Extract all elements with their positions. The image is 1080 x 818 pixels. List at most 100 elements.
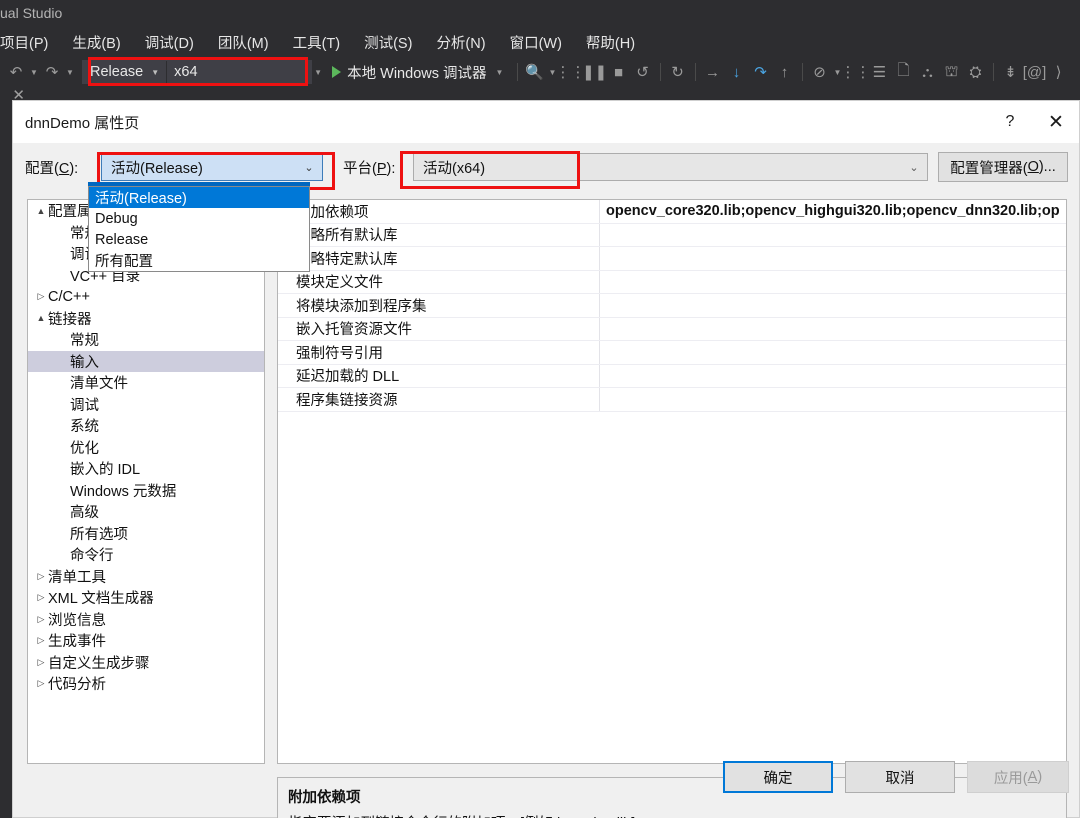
dropdown-option[interactable]: 活动(Release) xyxy=(89,187,309,208)
expander-empty-icon: · xyxy=(56,227,70,237)
tree-node[interactable]: ▷ 清单工具 xyxy=(28,566,264,588)
menu-item-analyze[interactable]: 分析(N) xyxy=(424,30,497,55)
cancel-button[interactable]: 取消 xyxy=(845,761,955,793)
list-icon[interactable]: ☰ xyxy=(869,61,891,83)
expander-expanded-icon[interactable]: ▲ xyxy=(34,313,48,323)
at-icon[interactable]: [@] xyxy=(1023,61,1047,83)
menu-item-test[interactable]: 测试(S) xyxy=(352,30,424,55)
undo-icon[interactable]: ↶ xyxy=(5,61,27,83)
property-row[interactable]: 附加依赖项 opencv_core320.lib;opencv_highgui32… xyxy=(278,200,1066,224)
tree-node[interactable]: ·输入 xyxy=(28,350,264,372)
play-icon[interactable] xyxy=(332,66,342,78)
property-row[interactable]: 模块定义文件 xyxy=(278,270,1066,294)
divider xyxy=(694,63,696,81)
expander-collapsed-icon[interactable]: ▷ xyxy=(34,614,48,625)
tree-node[interactable]: ▷ 生成事件 xyxy=(28,630,264,652)
tree-node[interactable]: ▲ 链接器 xyxy=(28,308,264,330)
breakpoints-icon[interactable]: ⊘ xyxy=(809,61,831,83)
tree-node[interactable]: ▷ 浏览信息 xyxy=(28,609,264,631)
expander-expanded-icon[interactable]: ▲ xyxy=(34,206,48,216)
class-view-icon[interactable]: ⛬ xyxy=(917,61,939,83)
menu-item-debug[interactable]: 调试(D) xyxy=(133,30,206,55)
tree-node[interactable]: ·Windows 元数据 xyxy=(28,480,264,502)
vs-title-bar: ual Studio xyxy=(0,0,1080,26)
menu-item-window[interactable]: 窗口(W) xyxy=(498,30,574,55)
refresh-icon[interactable]: ↻ xyxy=(667,61,689,83)
tree-node[interactable]: ·清单文件 xyxy=(28,372,264,394)
divider xyxy=(516,63,518,81)
dropdown-option[interactable]: Release xyxy=(89,229,309,250)
tree-node[interactable]: ·所有选项 xyxy=(28,523,264,545)
menu-item-help[interactable]: 帮助(H) xyxy=(574,30,647,55)
property-value[interactable]: opencv_core320.lib;opencv_highgui320.lib… xyxy=(600,203,1066,219)
tree-node[interactable]: ·调试 xyxy=(28,394,264,416)
redo-dropdown-icon[interactable]: ▼ xyxy=(64,68,76,77)
tree-node[interactable]: ·嵌入的 IDL xyxy=(28,458,264,480)
tree-node[interactable]: ·常规 xyxy=(28,329,264,351)
tree-node[interactable]: ·系统 xyxy=(28,415,264,437)
tree-node[interactable]: ▷ XML 文档生成器 xyxy=(28,587,264,609)
tree-node-label: 调试 xyxy=(70,397,99,414)
attach-process-icon[interactable]: 🔍 xyxy=(524,61,546,83)
property-grid[interactable]: 附加依赖项 opencv_core320.lib;opencv_highgui32… xyxy=(277,199,1067,764)
new-file-icon[interactable]: 🗋 xyxy=(893,61,915,83)
start-debug-button[interactable]: 本地 Windows 调试器 ▼ xyxy=(341,62,511,83)
tree-node[interactable]: ▷ C/C++ xyxy=(28,286,264,308)
property-row[interactable]: 将模块添加到程序集 xyxy=(278,294,1066,318)
property-row[interactable]: 延迟加载的 DLL xyxy=(278,364,1066,388)
dropdown-option[interactable]: Debug xyxy=(89,208,309,229)
ok-button[interactable]: 确定 xyxy=(723,761,833,793)
property-row[interactable]: 强制符号引用 xyxy=(278,341,1066,365)
dropdown-option[interactable]: 所有配置 xyxy=(89,250,309,271)
toolbar-overflow-icon[interactable]: ⋮⋮ xyxy=(556,61,586,83)
tree-node[interactable]: ·高级 xyxy=(28,501,264,523)
close-icon[interactable]: ✕ xyxy=(1033,101,1079,143)
expander-collapsed-icon[interactable]: ▷ xyxy=(34,635,48,646)
expander-empty-icon: · xyxy=(56,528,70,538)
expander-empty-icon: · xyxy=(56,399,70,409)
expander-collapsed-icon[interactable]: ▷ xyxy=(34,678,48,689)
call-hierarchy-icon[interactable]: ⛫ xyxy=(941,61,963,83)
tree-node[interactable]: ·优化 xyxy=(28,437,264,459)
property-row[interactable]: 程序集链接资源 xyxy=(278,388,1066,412)
object-browser-icon[interactable]: ⛭ xyxy=(965,61,987,83)
sort-icon[interactable]: ⇟ xyxy=(1000,61,1022,83)
expander-collapsed-icon[interactable]: ▷ xyxy=(34,657,48,668)
redo-icon[interactable]: ↷ xyxy=(41,61,63,83)
vs-menu-bar: 项目(P) 生成(B) 调试(D) 团队(M) 工具(T) 测试(S) 分析(N… xyxy=(0,28,1080,56)
property-row[interactable]: 嵌入托管资源文件 xyxy=(278,317,1066,341)
menu-item-team[interactable]: 团队(M) xyxy=(206,30,281,55)
property-row[interactable]: 忽略所有默认库 xyxy=(278,223,1066,247)
more-icon[interactable]: ⟩ xyxy=(1048,61,1070,83)
property-tree[interactable]: ▲配置属性·常规·调试·VC++ 目录▷C/C++▲链接器·常规·输入·清单文件… xyxy=(27,199,265,764)
chevron-down-icon[interactable]: ▼ xyxy=(494,68,506,77)
configuration-combo[interactable]: 活动(Release) ⌄ xyxy=(101,153,323,181)
help-icon[interactable]: ? xyxy=(987,101,1033,143)
menu-item-build[interactable]: 生成(B) xyxy=(60,30,132,55)
platform-combo[interactable]: 活动(x64) ⌄ xyxy=(413,153,928,181)
property-row[interactable]: 忽略特定默认库 xyxy=(278,247,1066,271)
expander-collapsed-icon[interactable]: ▷ xyxy=(34,571,48,582)
expander-collapsed-icon[interactable]: ▷ xyxy=(34,291,48,302)
tree-node-label: 清单文件 xyxy=(70,376,128,393)
tree-node[interactable]: ▷ 代码分析 xyxy=(28,673,264,695)
expander-collapsed-icon[interactable]: ▷ xyxy=(34,592,48,603)
toolbar-overflow-icon-2[interactable]: ⋮⋮ xyxy=(841,61,871,83)
configuration-dropdown-popup[interactable]: 活动(Release) Debug Release 所有配置 xyxy=(88,186,310,272)
tree-node-label: 命令行 xyxy=(70,548,114,565)
platform-dropdown-icon[interactable]: ▼ xyxy=(312,68,324,77)
property-name: 忽略所有默认库 xyxy=(278,223,600,246)
solution-configuration-combo[interactable]: Release ▼ xyxy=(83,61,166,83)
tree-node-label: Windows 元数据 xyxy=(70,483,177,500)
stop-icon: ■ xyxy=(613,63,624,81)
tree-node[interactable]: ▷ 自定义生成步骤 xyxy=(28,652,264,674)
tree-node[interactable]: ·命令行 xyxy=(28,544,264,566)
property-name: 将模块添加到程序集 xyxy=(278,294,600,317)
menu-item-project[interactable]: 项目(P) xyxy=(0,30,60,55)
property-name: 程序集链接资源 xyxy=(278,388,600,411)
configuration-label: 配置(C): xyxy=(25,161,79,177)
menu-item-tools[interactable]: 工具(T) xyxy=(281,30,353,55)
configuration-manager-button[interactable]: 配置管理器(O)... xyxy=(938,152,1068,182)
undo-dropdown-icon[interactable]: ▼ xyxy=(28,68,40,77)
solution-platform-combo[interactable]: x64 xyxy=(167,61,311,83)
